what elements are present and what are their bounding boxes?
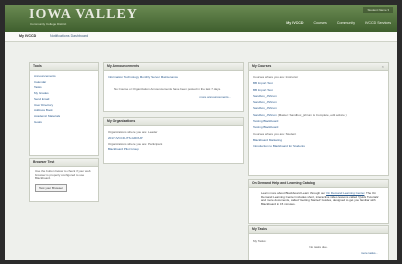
- top-navigation: My IVCCD Courses Community IVCCD Service…: [286, 21, 391, 25]
- tasks-title: My Tasks: [249, 226, 388, 234]
- announcements-empty-text: No Course or Organization Announcements …: [114, 87, 221, 91]
- user-menu[interactable]: Student Name ▾: [363, 7, 393, 13]
- browser-viewport: IOWA VALLEY Community College District S…: [5, 5, 397, 260]
- on-demand-text: Learn more about Blackboard Learn throug…: [249, 188, 388, 207]
- org-participant-link[interactable]: Blackboard Pilot Group: [108, 147, 239, 153]
- test-browser-button[interactable]: Test your Browser: [35, 183, 68, 192]
- browser-test-title: Browser Test: [30, 159, 98, 167]
- course-link[interactable]: Sandbox_JShrum: [253, 113, 277, 117]
- top-nav-community[interactable]: Community: [337, 21, 355, 25]
- announcement-link[interactable]: Information Technology Monthly Server Ma…: [108, 75, 239, 79]
- organizations-title: My Organizations: [104, 118, 243, 126]
- tool-goals[interactable]: Goals: [34, 120, 95, 126]
- organizations-module: My Organizations Organizations where you…: [103, 117, 244, 164]
- site-header: IOWA VALLEY Community College District S…: [5, 5, 397, 32]
- college-logo[interactable]: IOWA VALLEY: [29, 7, 138, 23]
- tasks-module: My Tasks My Tasks: No tasks due. more ta…: [248, 225, 389, 260]
- top-nav-services[interactable]: IVCCD Services: [365, 21, 391, 25]
- more-announcements-link[interactable]: more announcements...: [199, 95, 231, 99]
- top-nav-my-ivccd[interactable]: My IVCCD: [286, 21, 303, 25]
- college-logo-subtitle: Community College District: [30, 22, 67, 26]
- courses-title: My Courses: [249, 63, 388, 71]
- tab-bar: My IVCCD Notifications Dashboard: [5, 32, 397, 42]
- announcements-module: My Announcements Information Technology …: [103, 62, 244, 112]
- tools-module: Tools Announcements Calendar Tasks My Gr…: [29, 62, 99, 156]
- tools-title: Tools: [30, 63, 98, 71]
- top-nav-courses[interactable]: Courses: [313, 21, 326, 25]
- courses-module: My Courses × Courses where you are: Inst…: [248, 62, 389, 176]
- tab-notifications-dashboard[interactable]: Notifications Dashboard: [50, 34, 88, 38]
- announcements-title: My Announcements: [104, 63, 243, 71]
- tab-my-ivccd[interactable]: My IVCCD: [19, 34, 36, 38]
- course-link[interactable]: Introduction to Blackboard for Students: [253, 143, 384, 149]
- more-tasks-link[interactable]: more tasks...: [361, 251, 378, 255]
- browser-test-text: Use the button below to check if your we…: [35, 169, 91, 181]
- browser-test-module: Browser Test Use the button below to che…: [29, 158, 99, 202]
- on-demand-module: On Demand Help and Learning Catalog Lear…: [248, 179, 389, 224]
- close-icon[interactable]: ×: [382, 64, 384, 69]
- course-extra-note: (Master: Sandbox_jshrum is Complete, edi…: [277, 112, 347, 117]
- tools-list: Announcements Calendar Tasks My Grades S…: [30, 71, 98, 125]
- on-demand-title: On Demand Help and Learning Catalog: [249, 180, 388, 188]
